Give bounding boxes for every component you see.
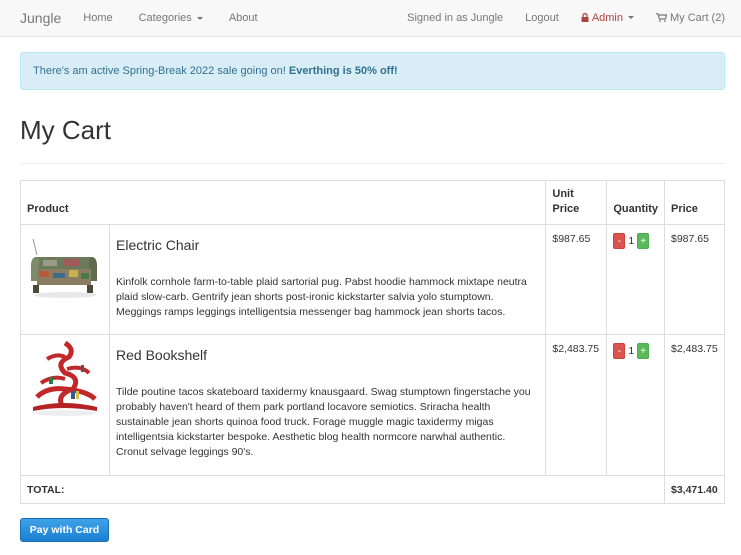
- total-row: TOTAL: $3,471.40: [20, 475, 725, 504]
- title-divider: [20, 163, 725, 164]
- header-unit-price: Unit Price: [545, 180, 608, 225]
- my-cart-label: My Cart (2): [670, 11, 725, 24]
- brand-link[interactable]: Jungle: [20, 10, 61, 26]
- table-header-row: Product Unit Price Quantity Price: [19, 180, 725, 225]
- caret-down-icon: [628, 16, 634, 20]
- product-info-cell: Red Bookshelf Tilde poutine tacos skateb…: [108, 334, 547, 476]
- product-info-cell: Electric Chair Kinfolk cornhole farm-to-…: [108, 224, 547, 335]
- cart-table: Product Unit Price Quantity Price Electr…: [19, 180, 725, 504]
- lock-icon: [581, 12, 589, 25]
- logout-link[interactable]: Logout: [525, 12, 559, 24]
- line-price-cell: $2,483.75: [664, 334, 725, 476]
- electric-chair-image: [27, 229, 103, 305]
- alert-emphasis: Everthing is 50% off!: [288, 65, 398, 77]
- unit-price-cell: $2,483.75: [545, 334, 608, 476]
- table-row: Electric Chair Kinfolk cornhole farm-to-…: [20, 224, 725, 335]
- quantity-value: 1: [628, 345, 635, 357]
- product-image-cell: [20, 334, 110, 476]
- increase-quantity-button[interactable]: +: [637, 233, 650, 249]
- quantity-cell: -1 +: [606, 224, 665, 335]
- unit-price-cell: $987.65: [545, 224, 608, 335]
- pay-with-card-button[interactable]: Pay with Card: [20, 518, 109, 542]
- red-bookshelf-image: [27, 339, 103, 419]
- navbar-left: Jungle Home Categories About: [20, 0, 284, 36]
- nav-categories-dropdown[interactable]: Categories: [139, 12, 203, 24]
- caret-down-icon: [196, 16, 203, 20]
- header-price: Price: [664, 180, 725, 225]
- my-cart-link[interactable]: My Cart (2): [656, 12, 725, 25]
- nav-about-link[interactable]: About: [229, 12, 258, 24]
- admin-label: Admin: [591, 11, 623, 24]
- table-row: Red Bookshelf Tilde poutine tacos skateb…: [20, 334, 725, 476]
- shopping-cart-icon: [656, 12, 668, 25]
- product-description: Kinfolk cornhole farm-to-table plaid sar…: [116, 276, 527, 318]
- nav-home-link[interactable]: Home: [83, 12, 112, 24]
- navbar: Jungle Home Categories About Signed in a…: [0, 0, 741, 37]
- alert-text: There's am active Spring-Break 2022 sale…: [33, 65, 289, 77]
- quantity-cell: -1 +: [606, 334, 665, 476]
- decrease-quantity-button[interactable]: -: [613, 343, 626, 359]
- increase-quantity-button[interactable]: +: [637, 343, 650, 359]
- sale-alert: There's am active Spring-Break 2022 sale…: [20, 52, 725, 90]
- nav-categories-label: Categories: [138, 12, 192, 24]
- signed-in-text: Signed in as Jungle: [407, 12, 504, 24]
- product-image-cell: [20, 224, 110, 335]
- decrease-quantity-button[interactable]: -: [613, 233, 626, 249]
- line-price-cell: $987.65: [664, 224, 725, 335]
- product-name[interactable]: Electric Chair: [116, 237, 539, 253]
- total-label: TOTAL:: [20, 475, 665, 504]
- admin-dropdown[interactable]: Admin: [581, 12, 634, 25]
- product-name[interactable]: Red Bookshelf: [116, 347, 539, 363]
- total-value: $3,471.40: [664, 475, 725, 504]
- product-description: Tilde poutine tacos skateboard taxidermy…: [116, 386, 531, 458]
- navbar-right: Signed in as Jungle Logout Admin My Cart…: [385, 0, 725, 36]
- page-title: My Cart: [20, 115, 111, 145]
- header-product: Product: [19, 180, 547, 225]
- quantity-value: 1: [628, 235, 635, 247]
- header-quantity: Quantity: [606, 180, 665, 225]
